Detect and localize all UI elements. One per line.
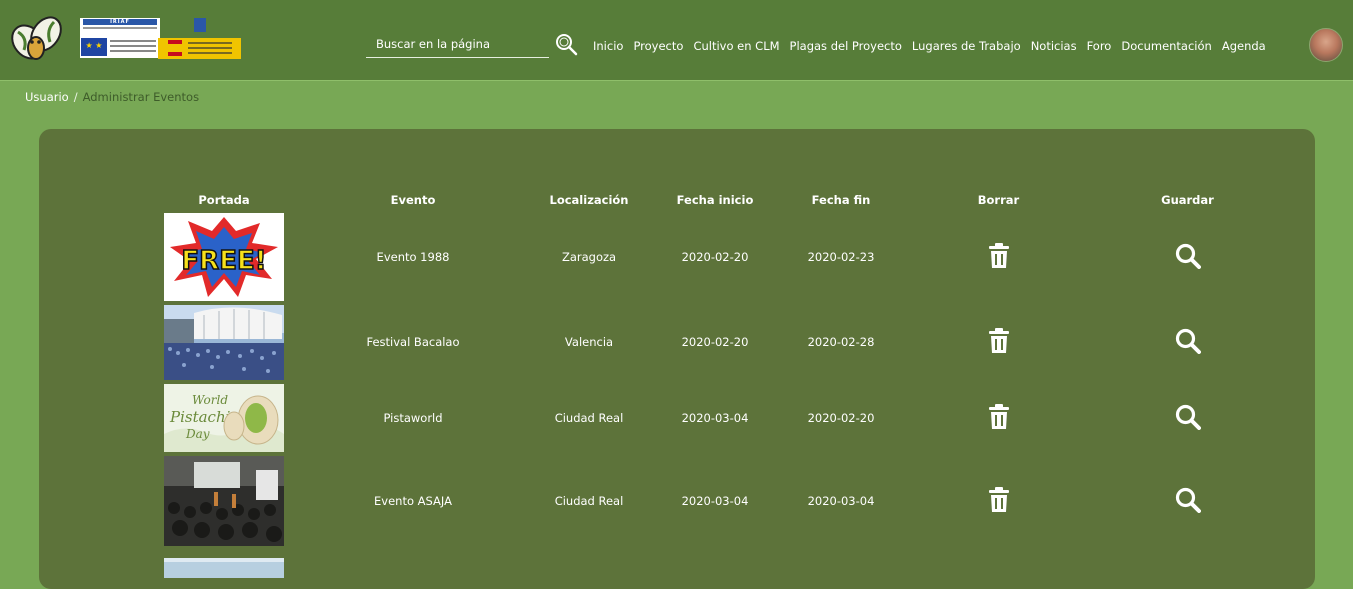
nav-plagas[interactable]: Plagas del Proyecto (790, 38, 902, 54)
cell-evento: Pistaworld (383, 411, 443, 425)
bug-logo[interactable] (6, 12, 68, 64)
search-input[interactable] (366, 30, 551, 56)
cell-fecha-inicio: 2020-02-20 (681, 335, 749, 349)
iriaf-logo[interactable]: IRIAF ★ ★ (80, 18, 160, 58)
nav-proyecto[interactable]: Proyecto (633, 38, 683, 54)
cell-fecha-inicio: 2020-02-20 (681, 250, 749, 264)
col-localizacion: Localización (549, 192, 629, 207)
main-nav: Inicio Proyecto Cultivo en CLM Plagas del P… (588, 35, 1271, 53)
col-evento: Evento (390, 192, 436, 207)
cell-localizacion: Ciudad Real (554, 411, 624, 425)
user-avatar[interactable] (1309, 28, 1343, 62)
nav-noticias[interactable]: Noticias (1031, 38, 1077, 54)
nav-lugares-trabajo[interactable]: Lugares de Trabajo (912, 38, 1021, 54)
table-row: Evento ASAJA Ciudad Real 2020-03-04 2020… (164, 454, 1266, 548)
spain-flag-icon (168, 40, 182, 56)
castilla-la-mancha-logo[interactable] (158, 18, 241, 59)
top-header: IRIAF ★ ★ Inicio Proyecto Cultivo en CLM Pl… (0, 0, 1353, 81)
trash-icon[interactable] (988, 327, 1010, 354)
eu-flag-icon: ★ ★ (81, 38, 107, 56)
cell-evento: Evento 1988 (376, 250, 450, 264)
col-borrar: Borrar (977, 192, 1020, 207)
event-cover-image (164, 304, 284, 380)
cell-evento: Evento ASAJA (374, 494, 452, 508)
table-row: FREE! Evento 1988 Zaragoza 2020-02-20 20… (164, 212, 1266, 302)
cell-evento: Festival Bacalao (366, 335, 460, 349)
magnifier-icon[interactable] (554, 32, 578, 56)
event-cover-image: World Pistachio Day (164, 384, 284, 452)
col-fecha-fin: Fecha fin (811, 192, 871, 207)
cell-fecha-inicio: 2020-03-04 (681, 411, 749, 425)
nav-agenda[interactable]: Agenda (1222, 38, 1266, 54)
search-icon[interactable] (1175, 328, 1201, 354)
cell-fecha-fin: 2020-02-23 (807, 250, 875, 264)
nav-foro[interactable]: Foro (1087, 38, 1112, 54)
free-label: FREE! (181, 246, 266, 276)
table-row: Festival Bacalao Valencia 2020-02-20 202… (164, 302, 1266, 382)
cell-fecha-inicio: 2020-03-04 (681, 494, 749, 508)
events-table: Portada Evento Localización Fecha inicio… (164, 187, 1266, 588)
pistachio-line1: World (192, 393, 228, 407)
tower-icon (194, 18, 206, 32)
search-field (366, 30, 551, 58)
event-cover-image (164, 558, 284, 578)
col-guardar: Guardar (1161, 192, 1214, 207)
cell-fecha-fin: 2020-02-20 (807, 411, 875, 425)
search-icon[interactable] (1175, 487, 1201, 513)
iriaf-logo-text: IRIAF (83, 19, 157, 25)
trash-icon[interactable] (988, 486, 1010, 513)
events-panel: Portada Evento Localización Fecha inicio… (39, 129, 1315, 589)
col-portada: Portada (198, 192, 250, 207)
cell-localizacion: Valencia (564, 335, 614, 349)
trash-icon[interactable] (988, 403, 1010, 430)
nav-documentacion[interactable]: Documentación (1121, 38, 1211, 54)
cell-localizacion: Zaragoza (561, 250, 617, 264)
nav-cultivo-clm[interactable]: Cultivo en CLM (693, 38, 779, 54)
breadcrumb-separator: / (73, 90, 78, 104)
breadcrumb-usuario[interactable]: Usuario (25, 90, 69, 104)
table-row (164, 548, 1266, 588)
table-row: World Pistachio Day Pistaworld Ciudad Re… (164, 382, 1266, 454)
col-fecha-inicio: Fecha inicio (676, 192, 754, 207)
cell-fecha-fin: 2020-03-04 (807, 494, 875, 508)
search-icon[interactable] (1175, 243, 1201, 269)
cell-localizacion: Ciudad Real (554, 494, 624, 508)
breadcrumb: Usuario / Administrar Eventos (25, 90, 199, 104)
cell-fecha-fin: 2020-02-28 (807, 335, 875, 349)
pistachio-line3: Day (185, 427, 210, 441)
breadcrumb-current: Administrar Eventos (82, 90, 200, 104)
nav-inicio[interactable]: Inicio (593, 38, 623, 54)
event-cover-image (164, 456, 284, 546)
search-icon[interactable] (1175, 404, 1201, 430)
trash-icon[interactable] (988, 242, 1010, 269)
event-cover-image: FREE! (164, 213, 284, 301)
